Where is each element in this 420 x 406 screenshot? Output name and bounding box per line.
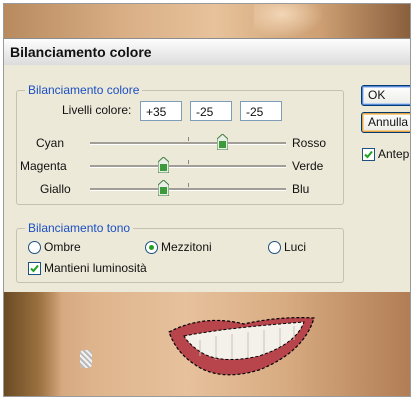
cyan-red-slider-thumb[interactable] — [216, 134, 228, 150]
preserve-luminosity-label: Mantieni luminosità — [44, 261, 147, 275]
preview-label: Anteprima — [378, 147, 410, 161]
ok-button[interactable]: OK — [361, 85, 410, 106]
slider-red-label: Rosso — [292, 136, 327, 150]
level-magenta-green-field[interactable]: -25 — [190, 101, 232, 121]
cyan-red-slider-track[interactable] — [90, 142, 286, 145]
color-balance-dialog: Bilanciamento colore Livelli colore: +35… — [4, 65, 410, 292]
slider-blue-label: Blu — [292, 182, 310, 196]
preserve-luminosity-checkbox[interactable] — [28, 262, 41, 275]
tone-balance-group-label: Bilanciamento tono — [28, 221, 131, 235]
checkmark-icon — [30, 264, 39, 273]
dialog-titlebar[interactable]: Bilanciamento colore — [4, 38, 410, 66]
photo-background-top — [4, 4, 410, 38]
level-cyan-red-field[interactable]: +35 — [140, 101, 182, 121]
cyan-red-slider-center-tick — [188, 137, 189, 141]
slider-green-label: Verde — [292, 159, 324, 173]
screenshot-frame: Bilanciamento colore Bilanciamento color… — [3, 3, 411, 397]
yellow-blue-slider-center-tick — [188, 183, 189, 187]
radio-midtones[interactable] — [145, 241, 158, 254]
levels-label: Livelli colore: — [62, 103, 132, 117]
photo-smile — [4, 292, 410, 396]
radio-midtones-label: Mezzitoni — [161, 240, 212, 254]
dialog-title: Bilanciamento colore — [10, 44, 152, 60]
cancel-button[interactable]: Annulla — [361, 112, 410, 133]
lips-selection — [168, 317, 315, 376]
magenta-green-slider-center-tick — [188, 160, 189, 164]
yellow-blue-slider-track[interactable] — [90, 188, 286, 191]
slider-magenta-label: Magenta — [20, 159, 67, 173]
radio-shadows-label: Ombre — [44, 240, 81, 254]
yellow-blue-slider-thumb[interactable] — [158, 180, 169, 196]
color-balance-group-label: Bilanciamento colore — [28, 83, 140, 97]
radio-shadows[interactable] — [28, 241, 41, 254]
slider-yellow-label: Giallo — [40, 182, 71, 196]
magenta-green-slider-track[interactable] — [90, 165, 286, 168]
slider-cyan-label: Cyan — [36, 136, 65, 150]
radio-highlights-label: Luci — [284, 240, 307, 254]
checkmark-icon — [364, 150, 373, 159]
preview-checkbox[interactable] — [362, 148, 375, 161]
radio-selected-dot — [149, 245, 154, 250]
magenta-green-slider-thumb[interactable] — [158, 157, 169, 173]
radio-highlights[interactable] — [268, 241, 281, 254]
level-yellow-blue-field[interactable]: -25 — [240, 101, 282, 121]
